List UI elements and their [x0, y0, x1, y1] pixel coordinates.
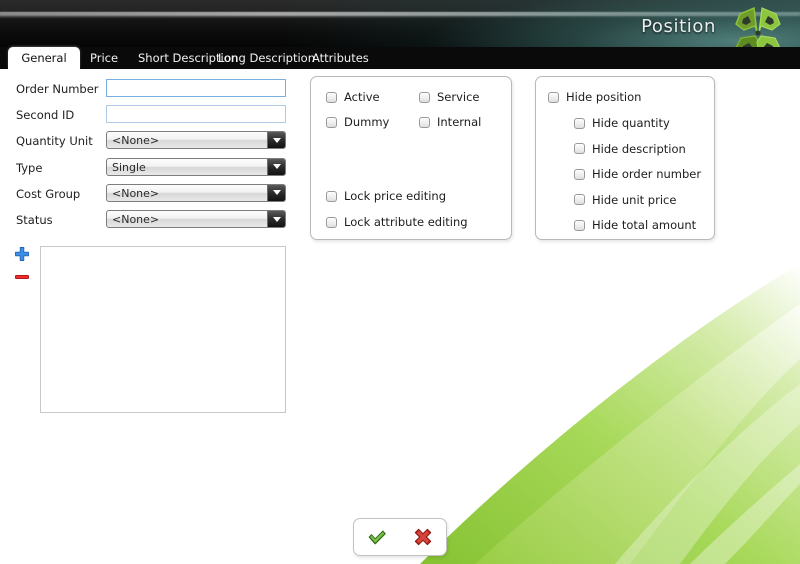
title-bar: Position	[0, 0, 800, 47]
tab-bar: GeneralPriceShort DescriptionLong Descri…	[0, 47, 800, 69]
checkbox-lock-price-editing[interactable]: Lock price editing	[326, 189, 446, 203]
checkbox-label: Service	[437, 90, 480, 104]
checkbox-label: Dummy	[344, 115, 389, 129]
caret-glyph	[273, 164, 281, 169]
checkbox-icon[interactable]	[419, 92, 430, 103]
hide-position-panel: Hide position Hide quantity Hide descripti…	[535, 76, 715, 240]
checkbox-label: Hide position	[566, 90, 641, 104]
checkbox-internal[interactable]: Internal	[419, 115, 481, 129]
checkbox-hide-unit-price[interactable]: Hide unit price	[574, 193, 676, 207]
label-order-number: Order Number	[16, 82, 99, 96]
checkbox-label: Hide order number	[592, 167, 701, 181]
chevron-down-icon[interactable]	[267, 211, 285, 227]
checkbox-icon[interactable]	[574, 220, 585, 231]
caret-glyph	[273, 138, 281, 143]
chevron-down-icon[interactable]	[267, 132, 285, 148]
cancel-button[interactable]	[406, 522, 440, 552]
checkbox-icon[interactable]	[326, 92, 337, 103]
checkbox-label: Lock attribute editing	[344, 215, 468, 229]
label-quantity-unit: Quantity Unit	[16, 134, 93, 148]
tab-general[interactable]: General	[8, 47, 80, 69]
checkbox-active[interactable]: Active	[326, 90, 380, 104]
checkbox-icon[interactable]	[574, 118, 585, 129]
select-quantity-unit[interactable]: <None>	[106, 131, 286, 149]
checkbox-service[interactable]: Service	[419, 90, 480, 104]
checkbox-label: Lock price editing	[344, 189, 446, 203]
minus-icon	[14, 269, 30, 285]
checkbox-hide-total-amount[interactable]: Hide total amount	[574, 218, 696, 232]
page-title: Position	[641, 16, 716, 37]
select-value-type: Single	[112, 159, 146, 176]
checkbox-label: Active	[344, 90, 380, 104]
checkbox-icon[interactable]	[574, 194, 585, 205]
checkbox-icon[interactable]	[326, 217, 337, 228]
checkbox-icon[interactable]	[326, 191, 337, 202]
checkbox-icon[interactable]	[574, 169, 585, 180]
butterfly-leaf-logo-icon	[724, 2, 792, 47]
select-type[interactable]: Single	[106, 158, 286, 176]
select-value-status: <None>	[112, 211, 159, 228]
checkbox-label: Hide description	[592, 142, 686, 156]
checkbox-hide-order-number[interactable]: Hide order number	[574, 167, 701, 181]
select-status[interactable]: <None>	[106, 210, 286, 228]
checkbox-label: Internal	[437, 115, 481, 129]
add-item-button[interactable]	[14, 246, 30, 262]
tab-attributes[interactable]: Attributes	[306, 47, 378, 69]
checkbox-icon[interactable]	[326, 117, 337, 128]
checkbox-label: Hide total amount	[592, 218, 696, 232]
label-type: Type	[16, 161, 42, 175]
flags-panel: Active Service Dummy Internal Lock price edi…	[310, 76, 512, 240]
dialog-body: Order Number Second ID Quantity Unit <None>…	[0, 69, 800, 564]
checkbox-hide-quantity[interactable]: Hide quantity	[574, 116, 670, 130]
checkbox-dummy[interactable]: Dummy	[326, 115, 389, 129]
checkbox-icon[interactable]	[574, 143, 585, 154]
checkbox-hide-description[interactable]: Hide description	[574, 142, 686, 156]
red-cross-icon	[412, 526, 434, 548]
label-second-id: Second ID	[16, 108, 74, 122]
remove-item-button[interactable]	[14, 269, 30, 285]
caret-glyph	[273, 217, 281, 222]
input-order-number[interactable]	[106, 79, 286, 97]
input-second-id[interactable]	[106, 105, 286, 123]
title-bar-teal-gradient	[280, 0, 800, 47]
position-dialog: Position GeneralPriceShort DescriptionLo…	[0, 0, 800, 564]
select-cost-group[interactable]: <None>	[106, 184, 286, 202]
tab-price[interactable]: Price	[84, 47, 136, 69]
checkbox-label: Hide unit price	[592, 193, 676, 207]
chevron-down-icon[interactable]	[267, 185, 285, 201]
label-cost-group: Cost Group	[16, 187, 80, 201]
select-value-quantity-unit: <None>	[112, 132, 159, 149]
checkbox-icon[interactable]	[419, 117, 430, 128]
green-check-icon	[366, 526, 388, 548]
checkbox-icon[interactable]	[548, 92, 559, 103]
checkbox-hide-position[interactable]: Hide position	[548, 90, 641, 104]
checkbox-lock-attribute-editing[interactable]: Lock attribute editing	[326, 215, 468, 229]
label-status: Status	[16, 213, 53, 227]
select-value-cost-group: <None>	[112, 185, 159, 202]
caret-glyph	[273, 190, 281, 195]
tab-long-description[interactable]: Long Description	[212, 47, 320, 69]
plus-icon	[14, 246, 30, 262]
dialog-action-bar	[353, 518, 447, 556]
chevron-down-icon[interactable]	[267, 159, 285, 175]
checkbox-label: Hide quantity	[592, 116, 670, 130]
items-listbox[interactable]	[40, 246, 286, 413]
confirm-button[interactable]	[360, 522, 394, 552]
